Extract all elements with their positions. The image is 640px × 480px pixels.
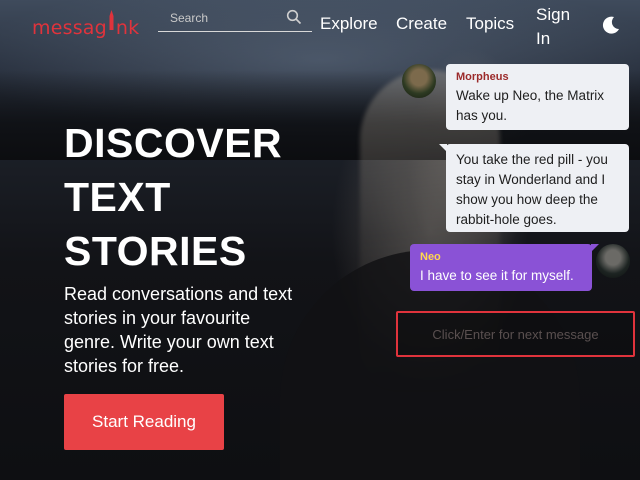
- next-message-label: Click/Enter for next message: [432, 326, 599, 342]
- message-text: I have to see it for myself.: [420, 268, 574, 283]
- nav-topics[interactable]: Topics: [466, 14, 514, 34]
- nav-create[interactable]: Create: [396, 14, 447, 34]
- chat-message: Morpheus Wake up Neo, the Matrix has you…: [446, 64, 629, 130]
- search-icon[interactable]: [286, 9, 302, 25]
- neo-avatar: [596, 244, 630, 278]
- next-message-button[interactable]: Click/Enter for next message: [396, 311, 635, 357]
- hero-title-line: DISCOVER: [64, 120, 283, 166]
- nav-sign-in[interactable]: Sign In: [536, 3, 580, 51]
- message-text: Wake up Neo, the Matrix has you.: [456, 88, 605, 123]
- hero-subtitle: Read conversations and text stories in y…: [64, 284, 293, 376]
- chat-message-neo: Neo I have to see it for myself.: [410, 244, 599, 291]
- hero-title-line: STORIES: [64, 228, 247, 274]
- pen-icon: [108, 10, 115, 32]
- hero-title: DISCOVER TEXT STORIES: [64, 116, 324, 278]
- message-sender: Neo: [420, 251, 441, 263]
- hero-title-line: TEXT: [64, 174, 171, 220]
- nav-explore[interactable]: Explore: [320, 14, 378, 34]
- message-sender: Morpheus: [456, 71, 509, 83]
- start-reading-button[interactable]: Start Reading: [64, 394, 224, 450]
- message-text: You take the red pill - you stay in Wond…: [456, 152, 608, 227]
- moon-icon[interactable]: [600, 14, 622, 36]
- logo-text-start: messag: [32, 17, 107, 39]
- morpheus-avatar: [402, 64, 436, 98]
- logo[interactable]: messag nk: [32, 10, 140, 39]
- chat-message: You take the red pill - you stay in Wond…: [439, 144, 629, 232]
- logo-text-end: nk: [115, 17, 140, 39]
- search-bar: [158, 6, 312, 32]
- site-header: messag nk Explore Create Topics Sign In: [0, 0, 640, 52]
- search-input[interactable]: [170, 8, 280, 28]
